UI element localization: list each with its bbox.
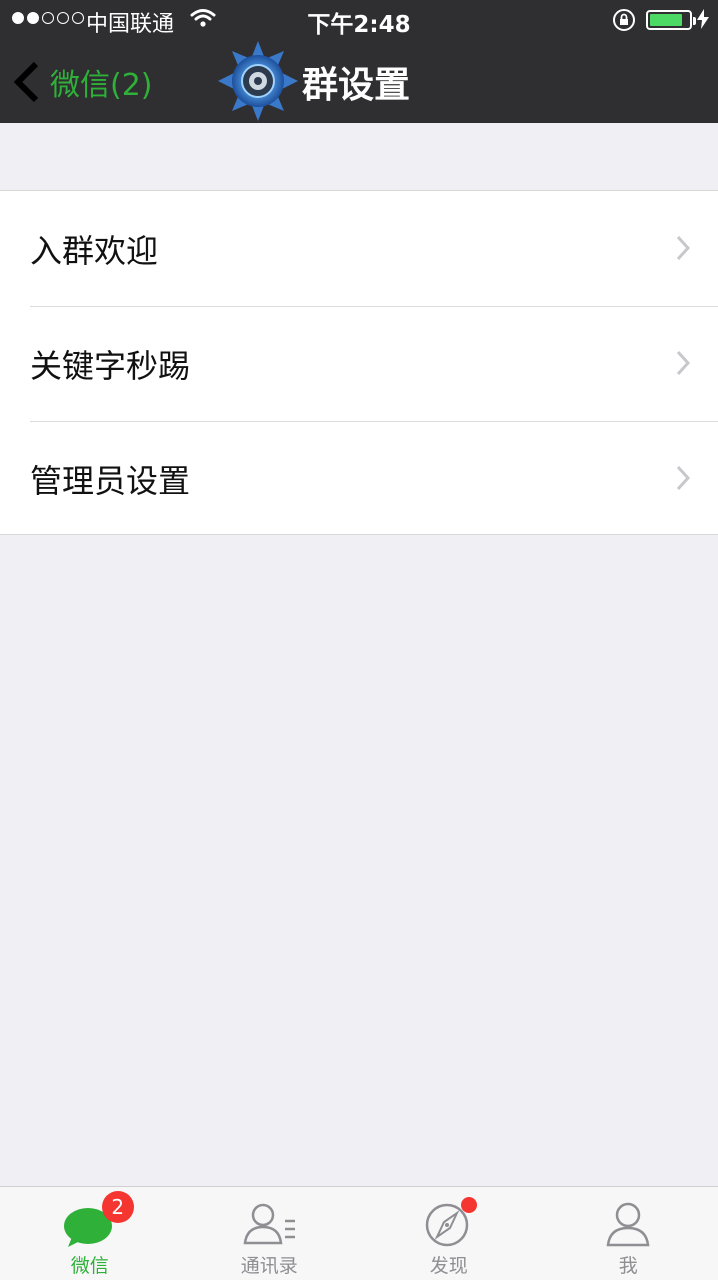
settings-list: 入群欢迎 关键字秒踢 管理员设置 — [0, 190, 718, 535]
chevron-right-icon — [676, 350, 690, 376]
top-bar: 中国联通 下午2:48 微信(2) 群设置 — [0, 0, 718, 123]
charging-bolt-icon — [696, 9, 710, 33]
chevron-left-icon — [13, 61, 39, 103]
settings-item-label: 管理员设置 — [30, 461, 191, 500]
navigation-bar: 微信(2) 群设置 — [0, 38, 718, 123]
status-bar: 中国联通 下午2:48 — [0, 0, 718, 38]
tab-label: 通讯录 — [240, 1255, 298, 1277]
person-icon — [606, 1202, 650, 1247]
settings-item-keyword-kick[interactable]: 关键字秒踢 — [0, 306, 718, 421]
contacts-icon — [243, 1203, 296, 1245]
battery-icon — [646, 10, 696, 30]
tab-bar: 2 微信 通讯录 发现 我 — [0, 1186, 718, 1280]
status-time: 下午2:48 — [307, 12, 411, 38]
tab-me[interactable]: 我 — [539, 1187, 718, 1280]
group-avatar-icon — [218, 41, 298, 121]
new-content-dot — [460, 1197, 477, 1213]
settings-item-label: 关键字秒踢 — [30, 346, 191, 385]
tab-discover[interactable]: 发现 — [359, 1187, 539, 1280]
battery-level-fill — [650, 14, 683, 26]
back-button-label: 微信(2) — [50, 68, 153, 103]
tab-label: 我 — [618, 1255, 638, 1277]
settings-item-welcome[interactable]: 入群欢迎 — [0, 191, 718, 306]
unread-badge: 2 — [101, 1191, 134, 1223]
rotation-lock-icon — [612, 8, 636, 36]
tab-chats[interactable]: 2 微信 — [0, 1187, 180, 1280]
tab-label: 发现 — [429, 1255, 468, 1277]
settings-item-admin[interactable]: 管理员设置 — [0, 421, 718, 536]
chevron-right-icon — [676, 235, 690, 261]
settings-item-label: 入群欢迎 — [30, 231, 159, 270]
page-title: 群设置 — [302, 65, 411, 106]
back-button[interactable]: 微信(2) — [12, 60, 153, 104]
tab-label: 微信 — [70, 1255, 109, 1277]
chevron-right-icon — [676, 465, 690, 491]
tab-contacts[interactable]: 通讯录 — [180, 1187, 360, 1280]
